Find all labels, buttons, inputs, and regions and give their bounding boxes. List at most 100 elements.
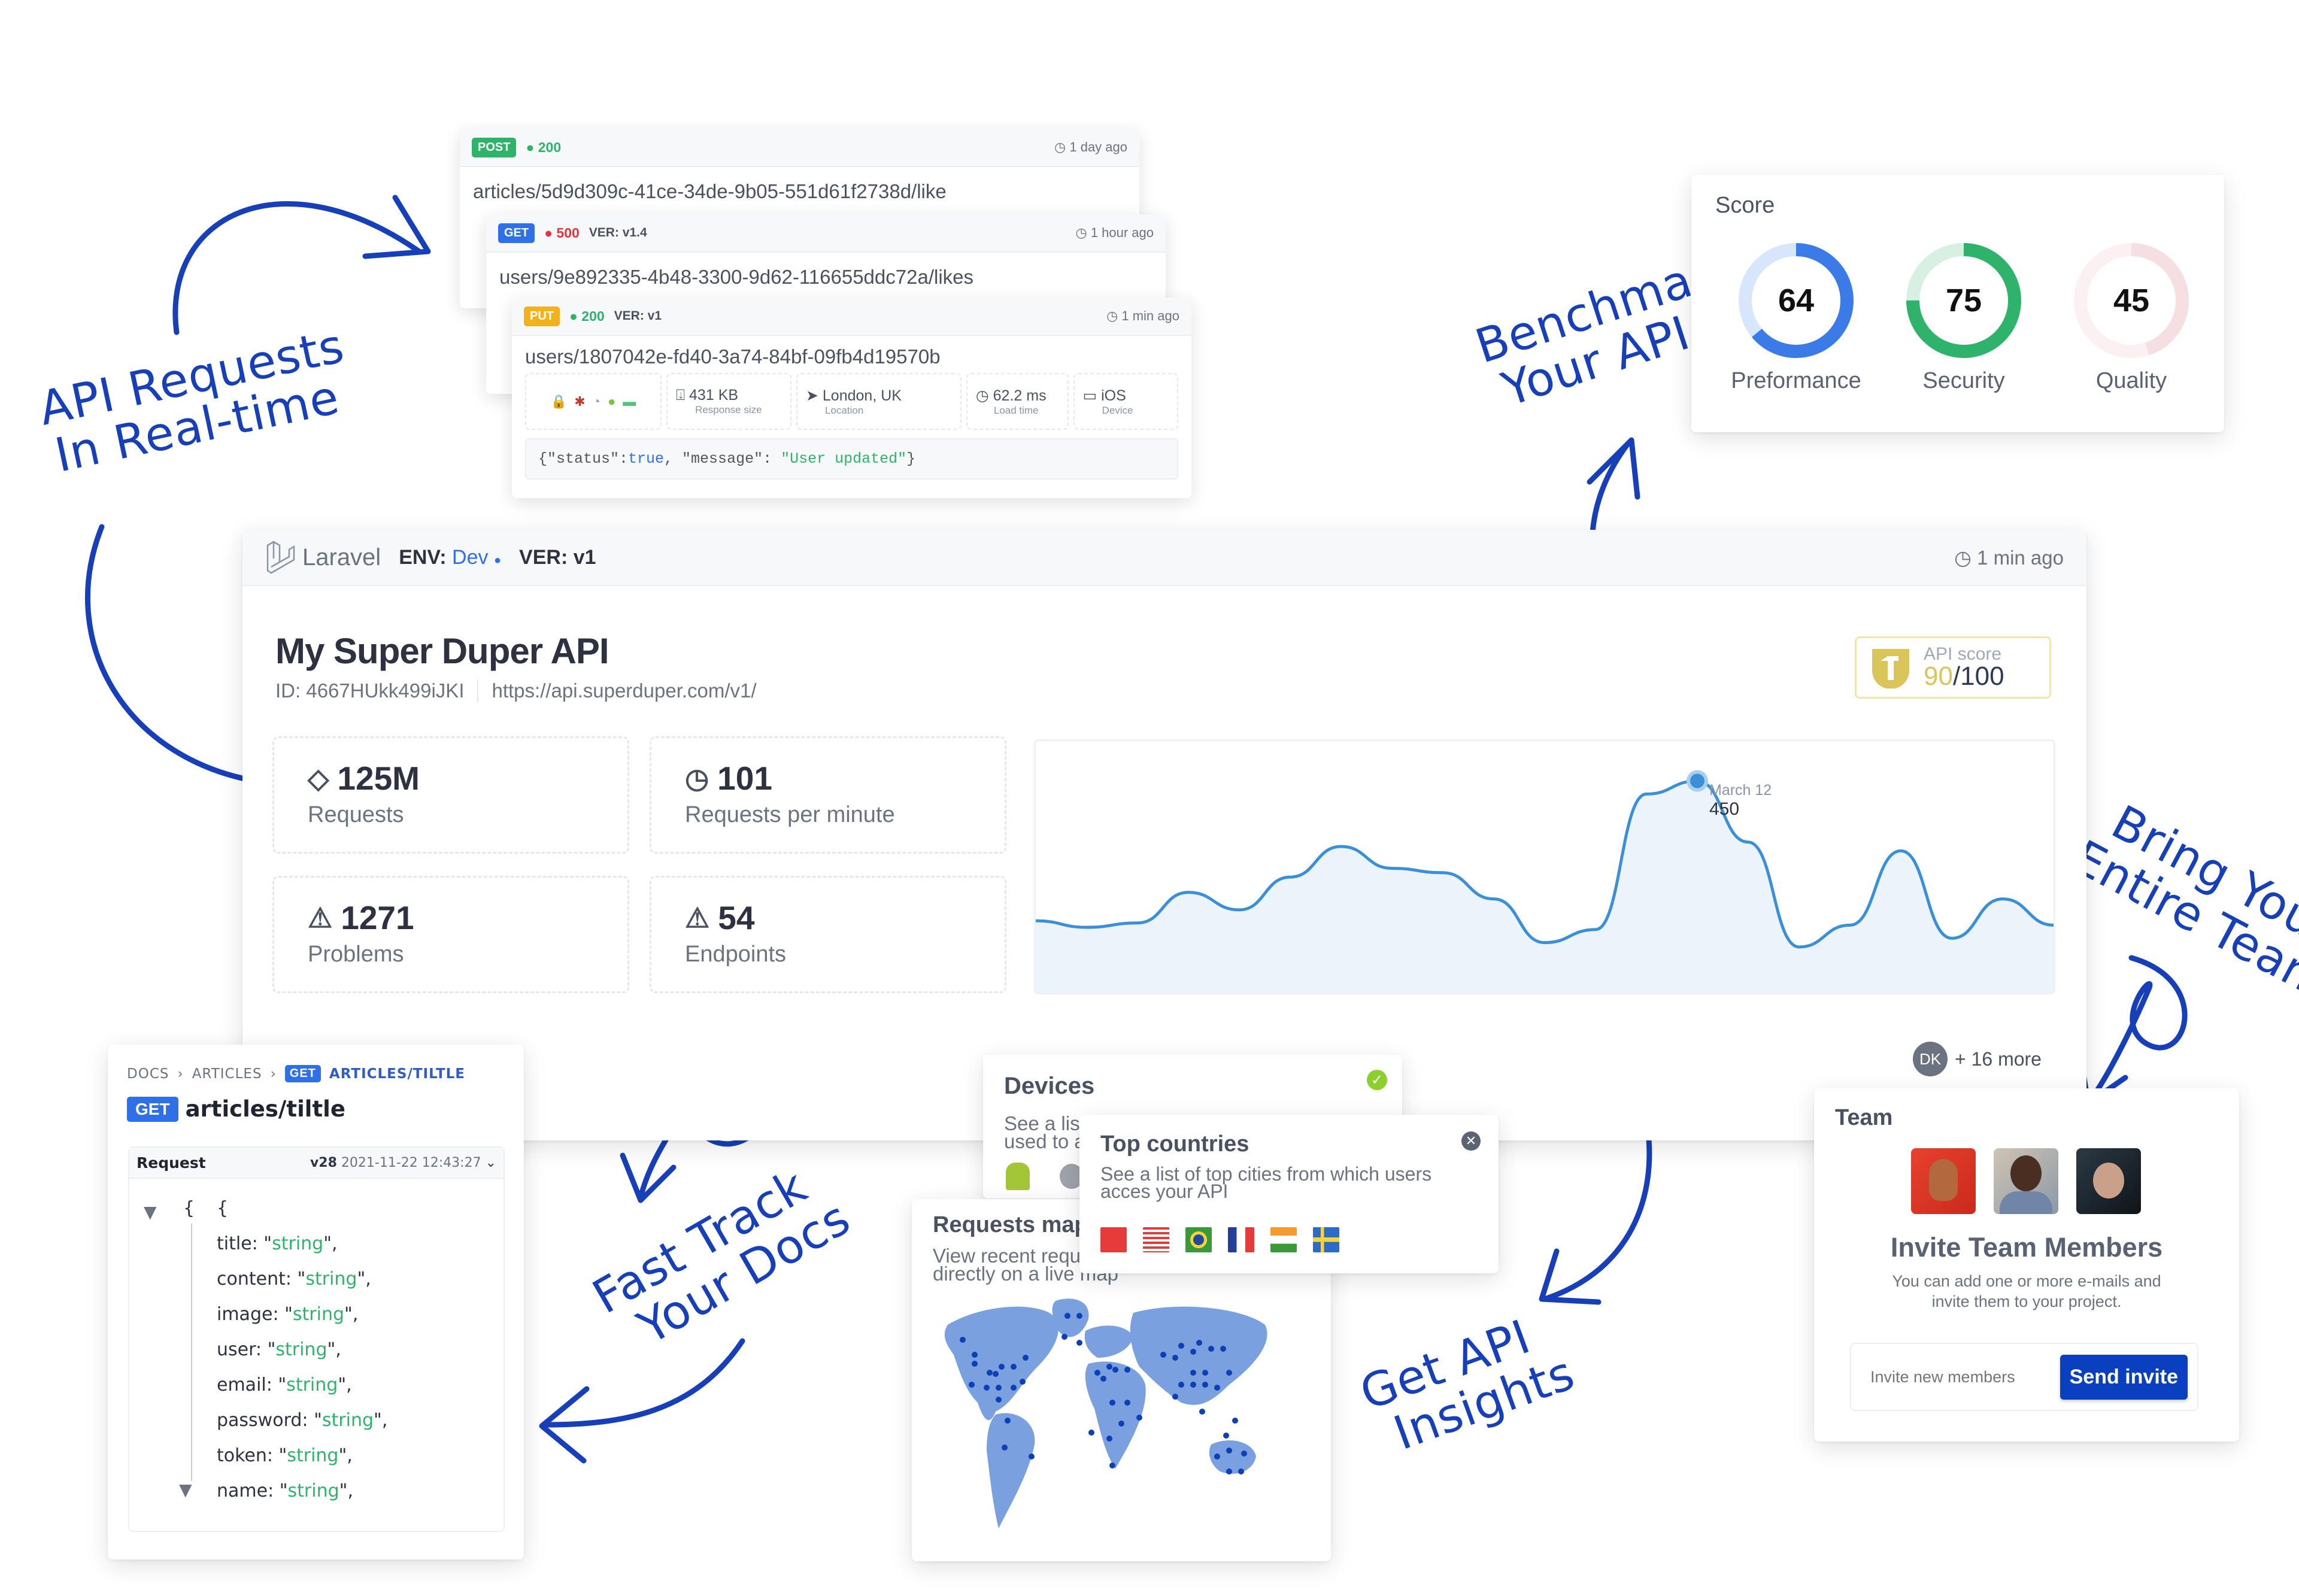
request-dot[interactable] xyxy=(1226,1468,1232,1474)
request-dot[interactable] xyxy=(1208,1346,1214,1352)
request-dot[interactable] xyxy=(1202,1382,1208,1388)
arrow-team xyxy=(2086,955,2188,1105)
request-dot[interactable] xyxy=(996,1385,1002,1391)
warning-icon: ⚠ xyxy=(308,902,333,933)
countries-title: Top countries xyxy=(1100,1131,1249,1157)
metric-requests-per-minute: ◷ 101 Requests per minute xyxy=(650,736,1006,854)
tree-line xyxy=(191,1224,192,1481)
request-dot[interactable] xyxy=(1023,1355,1029,1361)
request-dot[interactable] xyxy=(972,1361,978,1367)
request-dot[interactable] xyxy=(993,1371,999,1377)
request-dot[interactable] xyxy=(1232,1418,1238,1424)
json-tree: ▼ { ▼ {title: "string", content: "string"… xyxy=(129,1179,504,1509)
request-dot[interactable] xyxy=(1109,1400,1115,1406)
request-time: ◷ 1 min ago xyxy=(1106,308,1179,323)
request-dot[interactable] xyxy=(1002,1445,1008,1451)
request-dot[interactable] xyxy=(1172,1355,1178,1361)
status-code: ● 200 xyxy=(569,308,605,324)
request-dot[interactable] xyxy=(1029,1454,1035,1460)
request-dot[interactable] xyxy=(1064,1313,1070,1319)
request-dot[interactable] xyxy=(1190,1370,1196,1376)
request-dot[interactable] xyxy=(1100,1376,1106,1382)
request-dot[interactable] xyxy=(1011,1364,1017,1370)
request-dot[interactable] xyxy=(1202,1370,1208,1376)
score-item: 64 Preformance xyxy=(1715,241,1877,414)
chart-point-highlight[interactable] xyxy=(1690,773,1704,788)
android-icon xyxy=(1006,1163,1030,1190)
request-panel-header[interactable]: Request v28 2021-11-22 12:43:27 ⌄ xyxy=(129,1148,504,1179)
request-dot[interactable] xyxy=(1112,1367,1118,1373)
request-dot[interactable] xyxy=(1241,1451,1247,1457)
avatar[interactable] xyxy=(1994,1148,2058,1214)
request-dot[interactable] xyxy=(1214,1385,1220,1391)
request-dot[interactable] xyxy=(1088,1430,1094,1436)
request-dot[interactable] xyxy=(1196,1340,1202,1346)
request-dot[interactable] xyxy=(1226,1448,1232,1454)
collapse-triangle-icon[interactable]: ▼ xyxy=(144,1194,157,1230)
avatar[interactable] xyxy=(1911,1148,1976,1214)
request-dot[interactable] xyxy=(1011,1385,1017,1391)
json-field: email: "string", xyxy=(217,1374,352,1395)
collapse-triangle-icon[interactable]: ▼ xyxy=(179,1472,192,1507)
request-dot[interactable] xyxy=(1106,1364,1112,1370)
request-dot[interactable] xyxy=(999,1364,1005,1370)
breadcrumb: DOCS › ARTICLES › GET ARTICLES/TILTLE xyxy=(127,1065,465,1082)
request-dot[interactable] xyxy=(1076,1313,1082,1319)
request-dot[interactable] xyxy=(1094,1370,1100,1376)
status-code: ● 200 xyxy=(526,139,562,155)
flag-icon[interactable] xyxy=(1185,1227,1212,1252)
request-dot[interactable] xyxy=(1124,1400,1130,1406)
request-dot[interactable] xyxy=(1172,1394,1178,1400)
json-field: title: "string", xyxy=(217,1233,338,1254)
request-dot[interactable] xyxy=(1214,1454,1220,1460)
breadcrumb-docs[interactable]: DOCS xyxy=(127,1066,169,1082)
request-dot[interactable] xyxy=(1136,1415,1142,1421)
method-badge: GET xyxy=(498,223,535,243)
request-dot[interactable] xyxy=(1238,1468,1244,1474)
request-dot[interactable] xyxy=(960,1337,966,1343)
close-icon[interactable]: ✕ xyxy=(1461,1131,1481,1151)
send-invite-button[interactable]: Send invite xyxy=(2060,1354,2188,1400)
request-dot[interactable] xyxy=(1178,1343,1184,1349)
request-dot[interactable] xyxy=(1005,1418,1011,1424)
download-icon: ⍗ xyxy=(676,387,686,403)
request-dot[interactable] xyxy=(984,1385,990,1391)
request-panel: Request v28 2021-11-22 12:43:27 ⌄ ▼ { ▼ … xyxy=(128,1146,505,1532)
request-dot[interactable] xyxy=(1190,1382,1196,1388)
flag-icon[interactable] xyxy=(1313,1227,1339,1252)
request-dot[interactable] xyxy=(1076,1340,1082,1346)
request-dot[interactable] xyxy=(1226,1370,1232,1376)
request-card-expanded[interactable]: PUT ● 200 VER: v1 ◷ 1 min ago users/1807… xyxy=(512,298,1191,498)
request-dot[interactable] xyxy=(1061,1334,1067,1340)
breadcrumb-articles[interactable]: ARTICLES xyxy=(192,1066,262,1082)
request-dot[interactable] xyxy=(1020,1379,1026,1385)
status-code: ● 500 xyxy=(544,224,580,241)
json-field: content: "string", xyxy=(217,1269,371,1289)
request-dot[interactable] xyxy=(1124,1367,1130,1373)
json-field: token: "string", xyxy=(217,1445,353,1466)
request-dot[interactable] xyxy=(996,1397,1002,1403)
request-dot[interactable] xyxy=(969,1382,975,1388)
avatar[interactable] xyxy=(2076,1148,2141,1214)
request-dot[interactable] xyxy=(972,1352,978,1358)
flag-icon[interactable] xyxy=(1143,1227,1169,1252)
request-dot[interactable] xyxy=(1106,1436,1112,1442)
request-dot[interactable] xyxy=(1178,1382,1184,1388)
api-url[interactable]: https://api.superduper.com/v1/ xyxy=(492,679,756,702)
request-dot[interactable] xyxy=(987,1370,993,1376)
flag-icon[interactable] xyxy=(1100,1227,1127,1252)
api-title: My Super Duper API xyxy=(275,631,609,671)
score-item: 45 Quality xyxy=(2051,241,2212,414)
request-dot[interactable] xyxy=(1118,1421,1124,1427)
request-dot[interactable] xyxy=(1109,1463,1115,1468)
request-dot[interactable] xyxy=(1190,1349,1196,1355)
request-dot[interactable] xyxy=(1199,1409,1205,1415)
invite-input[interactable] xyxy=(1869,1367,2051,1387)
flag-icon[interactable] xyxy=(1270,1227,1297,1252)
team-summary[interactable]: DK + 16 more xyxy=(1913,1042,2042,1076)
world-map[interactable] xyxy=(930,1283,1313,1546)
request-dot[interactable] xyxy=(1223,1433,1229,1439)
request-dot[interactable] xyxy=(1220,1346,1226,1352)
flag-icon[interactable] xyxy=(1228,1227,1254,1252)
request-dot[interactable] xyxy=(1160,1352,1166,1358)
